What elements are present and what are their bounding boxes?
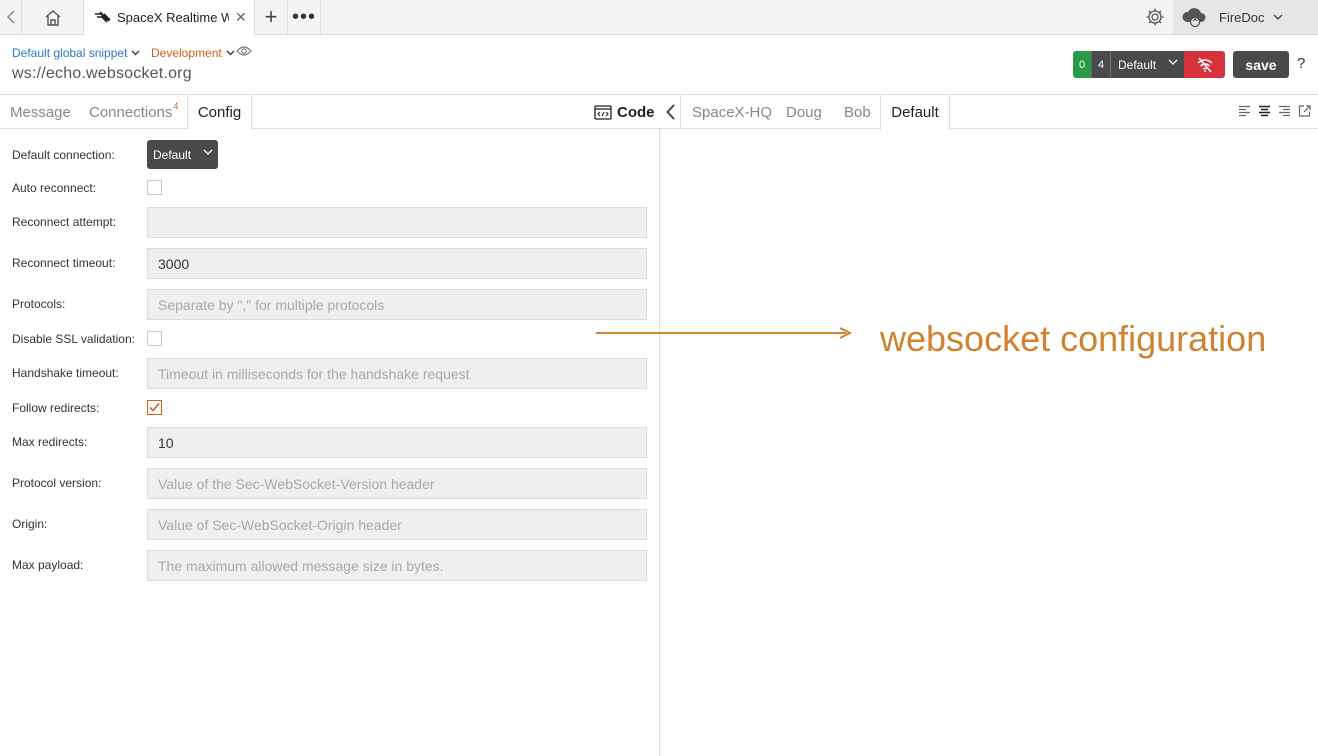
- gear-icon: [1146, 8, 1164, 26]
- disable-ssl-checkbox[interactable]: [147, 331, 162, 346]
- handshake-timeout-input[interactable]: Timeout in milliseconds for the handshak…: [147, 358, 647, 389]
- external-link-icon[interactable]: [1298, 105, 1311, 117]
- cloud-sync-icon: [1182, 8, 1206, 28]
- protocol-version-input[interactable]: Value of the Sec-WebSocket-Version heade…: [147, 468, 647, 499]
- annotation-label: websocket configuration: [880, 318, 1267, 359]
- tab-connection-label: Default: [891, 104, 939, 121]
- max-redirects-label: Max redirects:: [12, 435, 88, 449]
- collapse-panel-button[interactable]: [660, 95, 680, 129]
- reconnect-attempt-input[interactable]: [147, 207, 647, 238]
- chevron-down-icon: [226, 50, 235, 56]
- total-count: 4: [1091, 51, 1110, 78]
- tab-connection-label: SpaceX-HQ: [692, 103, 773, 121]
- tab-config-label: Config: [197, 104, 242, 121]
- connection-select-label: Default: [1118, 57, 1157, 72]
- top-tab-bar: SpaceX Realtime WS ✕ + ••• FireDoc: [0, 0, 1318, 35]
- align-center-icon[interactable]: [1258, 105, 1271, 117]
- auto-reconnect-label: Auto reconnect:: [12, 181, 97, 195]
- user-name: FireDoc: [1219, 9, 1265, 25]
- tab-spacex-realtime[interactable]: SpaceX Realtime WS ✕: [84, 0, 255, 35]
- wifi-off-icon: [1197, 57, 1212, 72]
- close-icon[interactable]: ✕: [235, 9, 247, 26]
- tab-connection-label: Doug: [786, 103, 822, 121]
- panel-divider[interactable]: [659, 129, 660, 756]
- align-toolbar: [1238, 105, 1311, 117]
- home-icon: [45, 9, 60, 26]
- arrow-right-icon: [839, 327, 852, 339]
- max-payload-input[interactable]: The maximum allowed message size in byte…: [147, 550, 647, 581]
- chevron-down-icon: [131, 50, 140, 56]
- more-icon: •••: [291, 5, 316, 28]
- disable-ssl-label: Disable SSL validation:: [12, 332, 135, 346]
- connection-counters: 0 4: [1073, 51, 1110, 78]
- tab-title: SpaceX Realtime WS: [117, 10, 229, 25]
- snippet-label: Default global snippet: [12, 46, 128, 60]
- chevron-down-icon: [1273, 14, 1282, 20]
- new-tab-button[interactable]: +: [255, 0, 288, 34]
- tab-config[interactable]: Config: [187, 95, 252, 130]
- tab-connection-label: Bob: [844, 103, 871, 121]
- user-menu[interactable]: FireDoc: [1173, 0, 1318, 34]
- tab-connection-spacex-hq[interactable]: SpaceX-HQ: [692, 95, 772, 129]
- annotation-arrow-line: [596, 332, 846, 334]
- reconnect-timeout-label: Reconnect timeout:: [12, 256, 116, 270]
- tab-connections[interactable]: Connections 4: [89, 95, 178, 129]
- follow-redirects-label: Follow redirects:: [12, 401, 100, 415]
- connected-count: 0: [1073, 51, 1091, 78]
- tab-connection-doug[interactable]: Doug: [786, 95, 822, 129]
- plus-icon: +: [264, 4, 278, 29]
- chevron-down-icon: [1168, 59, 1178, 65]
- tab-message[interactable]: Message: [10, 95, 71, 129]
- more-button[interactable]: •••: [288, 0, 321, 34]
- origin-input[interactable]: Value of Sec-WebSocket-Origin header: [147, 509, 647, 540]
- right-tab-bar: SpaceX-HQ Doug Bob Default: [660, 95, 1318, 130]
- tab-separator: [680, 95, 681, 129]
- tab-message-label: Message: [10, 103, 71, 121]
- protocol-version-label: Protocol version:: [12, 476, 102, 490]
- code-button-label: Code: [617, 103, 655, 121]
- protocols-input[interactable]: Separate by "," for multiple protocols: [147, 289, 647, 320]
- checkmark-icon: [149, 402, 160, 412]
- max-payload-label: Max payload:: [12, 558, 84, 572]
- environment-selector[interactable]: Development: [151, 46, 235, 60]
- websocket-url[interactable]: ws://echo.websocket.org: [12, 65, 192, 83]
- save-button[interactable]: save: [1233, 51, 1289, 78]
- code-button[interactable]: Code: [594, 95, 655, 129]
- default-connection-label: Default connection:: [12, 148, 115, 162]
- environment-label: Development: [151, 46, 222, 60]
- align-left-icon[interactable]: [1238, 105, 1251, 117]
- tab-connection-default[interactable]: Default: [880, 95, 950, 130]
- connection-select[interactable]: Default: [1110, 51, 1184, 78]
- reconnect-timeout-input[interactable]: 3000: [147, 248, 647, 279]
- home-button[interactable]: [22, 0, 84, 34]
- origin-label: Origin:: [12, 517, 48, 531]
- protocols-label: Protocols:: [12, 297, 66, 311]
- connections-badge: 4: [173, 101, 179, 111]
- code-icon: [594, 104, 612, 120]
- default-connection-value: Default: [153, 147, 192, 162]
- connect-toggle-button[interactable]: [1184, 51, 1225, 78]
- eye-icon[interactable]: [236, 45, 252, 57]
- help-button[interactable]: ?: [1297, 55, 1305, 72]
- settings-button[interactable]: [1140, 6, 1170, 28]
- tab-connections-label: Connections: [89, 103, 173, 121]
- back-button[interactable]: [0, 0, 22, 34]
- snippet-selector[interactable]: Default global snippet: [12, 46, 140, 60]
- handshake-timeout-label: Handshake timeout:: [12, 366, 119, 380]
- chevron-down-icon: [203, 149, 213, 155]
- align-right-icon[interactable]: [1278, 105, 1291, 117]
- reconnect-attempt-label: Reconnect attempt:: [12, 215, 117, 229]
- websocket-icon: [95, 10, 111, 23]
- left-tab-bar: Message Connections 4 Config Code: [0, 95, 660, 130]
- back-arrow-icon: [6, 10, 15, 24]
- auto-reconnect-checkbox[interactable]: [147, 180, 162, 195]
- max-redirects-input[interactable]: 10: [147, 427, 647, 458]
- request-header: Default global snippet Development ws://…: [0, 35, 1318, 95]
- chevron-left-icon: [665, 104, 675, 120]
- default-connection-select[interactable]: Default: [147, 140, 218, 169]
- tab-connection-bob[interactable]: Bob: [844, 95, 871, 129]
- follow-redirects-checkbox[interactable]: [147, 400, 162, 415]
